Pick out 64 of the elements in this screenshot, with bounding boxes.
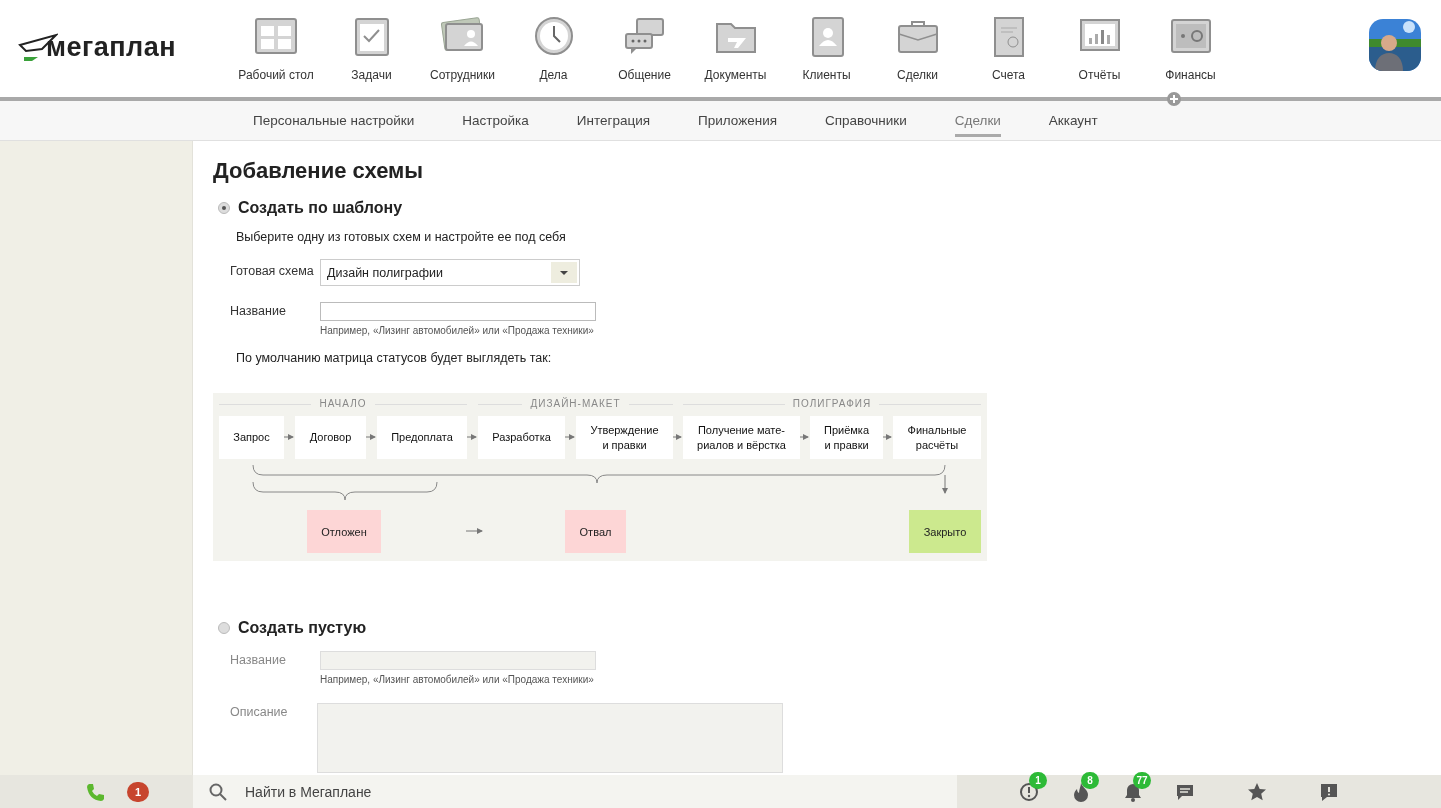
status-node: Утверждение и правки (576, 416, 673, 459)
count-badge: 8 (1081, 771, 1099, 789)
arrow (942, 474, 948, 494)
arrow (466, 434, 477, 440)
option-hint: Выберите одну из готовых схем и настройте ее под себя (236, 230, 567, 244)
field-note: Например, «Лизинг автомобилей» или «Продажа техники» (320, 325, 595, 336)
radio-button[interactable] (218, 622, 230, 634)
feedback-icon[interactable] (1319, 781, 1339, 802)
logo[interactable]: мегаплан (18, 32, 218, 63)
name-field[interactable] (320, 302, 596, 321)
outcome-node: Отвал (565, 510, 626, 553)
nav-item[interactable]: Дела (508, 0, 599, 82)
arrow (672, 434, 682, 440)
arrow (564, 434, 575, 440)
settings-tab[interactable]: Приложения (698, 107, 777, 137)
missed-calls-badge: 1 (127, 781, 149, 802)
count-badge: 77 (1133, 771, 1151, 789)
nav-item[interactable]: Сделки (872, 0, 963, 82)
settings-tab[interactable]: Настройка (462, 107, 529, 137)
settings-tab[interactable]: Сделки (954, 107, 1001, 137)
nav-item[interactable]: Клиенты (781, 0, 872, 82)
field-label: Описание (230, 705, 289, 721)
arrow (465, 528, 483, 534)
status-node: Получение мате- риалов и вёрстка (683, 416, 800, 459)
arrow (365, 434, 376, 440)
nav-item[interactable]: Сотрудники (417, 0, 508, 82)
status-node: Приёмка и правки (810, 416, 883, 459)
settings-tab[interactable]: Справочники (825, 107, 907, 137)
option-label: Создать пустую (238, 619, 367, 637)
field-label: Название (230, 304, 287, 320)
status-node: Разработка (478, 416, 565, 459)
status-node: Договор (295, 416, 366, 459)
field-label: Готовая схема (230, 264, 315, 280)
option-label: Создать по шаблону (238, 199, 403, 217)
nav-item[interactable]: Финансы (1145, 0, 1236, 82)
stage-group-label: ДИЗАЙН-МАКЕТ (522, 398, 629, 411)
field-note: Например, «Лизинг автомобилей» или «Продажа техники» (320, 674, 595, 685)
radio-button[interactable] (218, 202, 230, 214)
nav-item[interactable]: Общение (599, 0, 690, 82)
outcome-node: Закрыто (909, 510, 981, 553)
arrow (799, 434, 809, 440)
page-title: Добавление схемы (213, 158, 425, 184)
arrow (882, 434, 892, 440)
scheme-dropdown[interactable]: Дизайн полиграфии (320, 259, 580, 286)
field-label: Название (230, 653, 287, 669)
status-node: Финальные расчёты (893, 416, 981, 459)
settings-tab[interactable]: Интеграция (576, 107, 651, 137)
settings-tab[interactable]: Персональные настройки (253, 107, 415, 137)
status-node: Запрос (219, 416, 284, 459)
arrow (283, 434, 294, 440)
logo-text: мегаплан (46, 32, 177, 63)
caret-icon (551, 262, 577, 283)
status-node: Предоплата (377, 416, 467, 459)
nav-item[interactable]: Рабочий стол (226, 0, 326, 82)
star-icon[interactable] (1247, 781, 1267, 802)
nav-item[interactable]: Счета (963, 0, 1054, 82)
nav-item[interactable]: Документы (690, 0, 781, 82)
nav-item[interactable]: Отчёты (1054, 0, 1145, 82)
outcome-node: Отложен (307, 510, 381, 553)
nav-item[interactable]: Задачи (326, 0, 417, 82)
search-field[interactable]: Найти в Мегаплане (193, 775, 957, 808)
settings-tab[interactable]: Аккаунт (1048, 107, 1098, 137)
count-badge: 1 (1029, 771, 1047, 789)
matrix-caption: По умолчанию матрица статусов будет выглядеть так: (236, 351, 553, 365)
